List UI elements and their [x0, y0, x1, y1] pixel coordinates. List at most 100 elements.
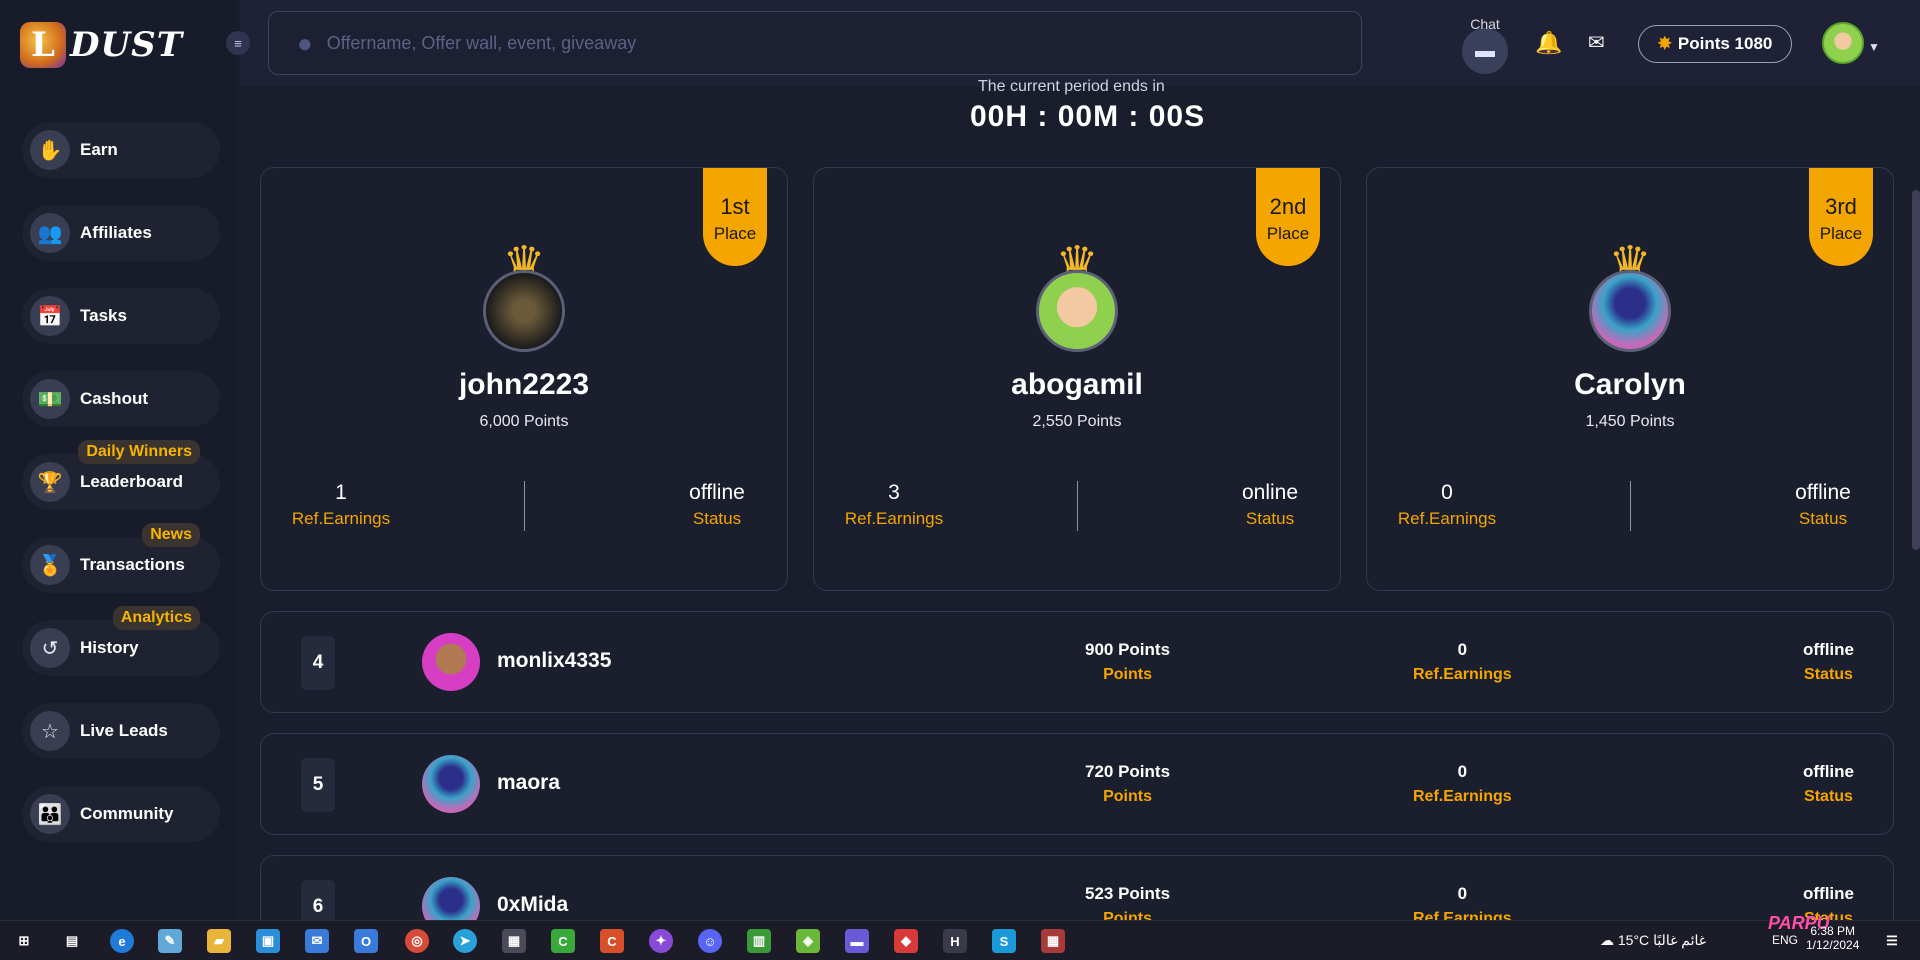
chat-button[interactable]: Chat ▬: [1462, 16, 1508, 74]
anydesk-icon[interactable]: ◆: [894, 929, 918, 953]
mail-app-icon[interactable]: ✉: [305, 929, 329, 953]
status-label: Status: [1245, 509, 1295, 528]
notification-icon[interactable]: ☰: [1880, 929, 1904, 953]
username: maora: [497, 771, 561, 794]
firecracker-icon: ✸: [1657, 34, 1672, 53]
sidebar-item-label: Affiliates: [80, 223, 152, 242]
weather-widget[interactable]: ☁ 15°C غائم غالبًا: [1600, 932, 1706, 949]
avatar: [422, 755, 480, 813]
chrome-icon[interactable]: ◎: [405, 929, 429, 953]
points-column: 523 Points Points: [1085, 884, 1170, 920]
camtasia-icon[interactable]: C: [551, 929, 575, 953]
ref-earnings-column: 0 Ref.Earnings: [1413, 762, 1512, 806]
points-label: Points 1080: [1677, 34, 1773, 53]
username: monlix4335: [497, 649, 612, 672]
edge-icon[interactable]: e: [110, 929, 134, 953]
points-column: 720 Points Points: [1085, 762, 1170, 806]
points-value: 6,000 Points: [479, 413, 569, 430]
clock[interactable]: 6:38 PM 1/12/2024: [1806, 924, 1859, 952]
avatar: [1589, 270, 1671, 352]
bluestacks-icon[interactable]: ◈: [796, 929, 820, 953]
divider: [1077, 481, 1078, 531]
history-icon: ↺: [30, 628, 70, 668]
table-row[interactable]: 4 monlix4335 900 Points Points 0 Ref.Ear…: [260, 611, 1894, 713]
task-view-icon[interactable]: ▤: [60, 929, 84, 953]
sidebar-item-label: Live Leads: [80, 721, 168, 740]
windows-start-icon[interactable]: ⊞: [12, 929, 36, 953]
scrollbar[interactable]: [1912, 190, 1920, 550]
app-h-icon[interactable]: H: [943, 929, 967, 953]
place-word: Place: [1266, 224, 1310, 243]
discord-icon[interactable]: ☺: [698, 929, 722, 953]
bell-icon[interactable]: 🔔: [1535, 30, 1562, 56]
telegram-icon[interactable]: ➤: [453, 929, 477, 953]
status-column: offline Status: [1803, 640, 1854, 684]
points-value: 523 Points: [1085, 884, 1171, 903]
sidebar-item-live-leads[interactable]: ☆ Live Leads: [22, 703, 220, 759]
notepad-plus-icon[interactable]: ▥: [747, 929, 771, 953]
points-column: 900 Points Points: [1085, 640, 1170, 684]
mail-icon[interactable]: ✉: [1588, 30, 1605, 55]
sidebar-item-tasks[interactable]: 📅 Tasks: [22, 288, 220, 344]
sidebar-item-label: Tasks: [80, 306, 127, 325]
winrar-icon[interactable]: ▦: [1041, 929, 1065, 953]
ref-earnings-label: Ref.Earnings: [1397, 509, 1497, 528]
points-value: 900 Points: [1085, 640, 1171, 659]
sidebar-item-history[interactable]: ↺ History Analytics: [22, 606, 220, 676]
sidebar-item-earn[interactable]: ✋ Earn: [22, 122, 220, 178]
points-value: 720 Points: [1085, 762, 1171, 781]
sidebar-item-transactions[interactable]: 🏅 Transactions News: [22, 523, 220, 593]
chevron-down-icon[interactable]: ▼: [1868, 40, 1880, 54]
skype-icon[interactable]: S: [992, 929, 1016, 953]
ref-earnings-label: Ref.Earnings: [1413, 788, 1512, 805]
weather-text: غائم غالبًا: [1653, 932, 1707, 948]
sidebar-item-leaderboard[interactable]: 🏆 Leaderboard Daily Winners: [22, 440, 220, 510]
username: john2223: [458, 368, 590, 401]
status-label: Status: [1798, 509, 1848, 528]
ref-earnings-value: 1: [335, 481, 347, 504]
store-icon[interactable]: ▣: [256, 929, 280, 953]
podium-card-1st: 1st Place ♛ john2223 6,000 Points 1 Ref.…: [260, 167, 788, 591]
app: L DUST ✋ Earn 👥 Affiliates 📅 Tasks 💵 Cas…: [0, 0, 1920, 960]
ref-earnings-value: 0: [1457, 884, 1468, 903]
points-button[interactable]: ✸ Points 1080: [1638, 25, 1792, 63]
hamburger-menu-button[interactable]: ≡: [226, 31, 250, 55]
rank-number: 4: [301, 636, 335, 690]
status: offline Status: [1783, 481, 1863, 529]
podium-card-2nd: 2nd Place ♛ abogamil 2,550 Points 3 Ref.…: [813, 167, 1341, 591]
clapper-icon[interactable]: ▬: [845, 929, 869, 953]
cloud-icon: ☁: [1600, 932, 1614, 948]
status-label: Status: [1804, 788, 1853, 805]
users-icon: 👥: [30, 213, 70, 253]
sidebar: L DUST ✋ Earn 👥 Affiliates 📅 Tasks 💵 Cas…: [0, 0, 238, 920]
messenger-icon[interactable]: ✦: [649, 929, 673, 953]
place-word: Place: [713, 224, 757, 243]
sidebar-item-community[interactable]: 👪 Community: [22, 786, 220, 842]
notepad-icon[interactable]: ✎: [158, 929, 182, 953]
app-c-icon[interactable]: C: [600, 929, 624, 953]
calculator-icon[interactable]: ▦: [502, 929, 526, 953]
medal-icon: 🏅: [30, 545, 70, 585]
status: offline Status: [677, 481, 757, 529]
logo[interactable]: L DUST: [20, 22, 183, 68]
table-row[interactable]: 6 0xMida 523 Points Points 0 Ref.Earning…: [260, 855, 1894, 920]
place-badge: 1st Place: [703, 168, 767, 266]
table-row[interactable]: 5 maora 720 Points Points 0 Ref.Earnings…: [260, 733, 1894, 835]
place-number: 1st: [720, 194, 750, 219]
status-value: offline: [1795, 481, 1851, 504]
search-bar[interactable]: ●: [268, 11, 1362, 75]
search-input[interactable]: [326, 32, 1227, 54]
place-number: 2nd: [1269, 194, 1307, 219]
outlook-icon[interactable]: O: [354, 929, 378, 953]
ref-earnings-label: Ref.Earnings: [291, 509, 391, 528]
sidebar-item-cashout[interactable]: 💵 Cashout: [22, 371, 220, 427]
language-indicator[interactable]: ENG: [1772, 933, 1798, 947]
time: 6:38 PM: [1810, 924, 1856, 938]
user-avatar[interactable]: [1822, 22, 1864, 64]
file-explorer-icon[interactable]: ▰: [207, 929, 231, 953]
hamburger-icon: ≡: [234, 35, 242, 51]
chat-label: Chat: [1470, 16, 1500, 32]
podium-card-3rd: 3rd Place ♛ Carolyn 1,450 Points 0 Ref.E…: [1366, 167, 1894, 591]
sidebar-item-affiliates[interactable]: 👥 Affiliates: [22, 205, 220, 261]
sidebar-item-label: Community: [80, 804, 174, 823]
